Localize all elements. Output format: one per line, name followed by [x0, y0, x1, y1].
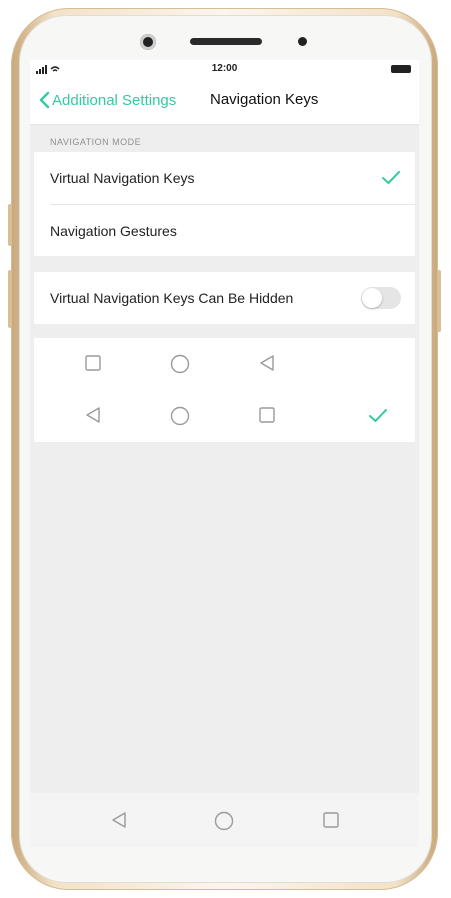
- checkmark-icon: [382, 171, 400, 184]
- navigation-mode-group: Virtual Navigation Keys Navigation Gestu…: [34, 152, 415, 256]
- system-navigation-bar: [30, 793, 419, 847]
- triangle-left-icon: [86, 407, 100, 423]
- back-button[interactable]: Additional Settings: [38, 91, 176, 109]
- option-label: Navigation Gestures: [50, 223, 177, 239]
- key-layout-option-2[interactable]: [34, 390, 415, 442]
- key-layout-group: [34, 338, 415, 442]
- option-navigation-gestures[interactable]: Navigation Gestures: [34, 205, 415, 257]
- page-title: Navigation Keys: [210, 91, 319, 108]
- earpiece-speaker: [190, 38, 262, 45]
- square-icon: [259, 407, 275, 423]
- chevron-left-icon: [39, 91, 50, 109]
- back-button-label: Additional Settings: [52, 91, 177, 109]
- circle-icon: [170, 354, 190, 374]
- option-virtual-navigation-keys[interactable]: Virtual Navigation Keys: [34, 152, 415, 204]
- nav-bar: Additional Settings Navigation Keys: [30, 78, 419, 125]
- proximity-sensor: [298, 37, 307, 46]
- home-icon[interactable]: [214, 811, 234, 831]
- option-label: Virtual Navigation Keys: [50, 170, 195, 186]
- hide-keys-row: Virtual Navigation Keys Can Be Hidden: [34, 272, 415, 324]
- back-icon[interactable]: [110, 811, 128, 829]
- power-button: [437, 270, 441, 332]
- front-camera: [140, 34, 156, 50]
- hide-keys-group: Virtual Navigation Keys Can Be Hidden: [34, 272, 415, 324]
- toggle-knob: [362, 288, 382, 308]
- circle-icon: [170, 406, 190, 426]
- checkmark-icon: [369, 409, 387, 422]
- volume-up-button: [8, 204, 12, 246]
- hide-keys-label: Virtual Navigation Keys Can Be Hidden: [50, 290, 294, 306]
- screen: 12:00 Additional Settings Navigation Key…: [30, 60, 419, 847]
- recents-icon[interactable]: [322, 811, 340, 829]
- status-time: 12:00: [211, 63, 238, 74]
- triangle-left-icon: [260, 355, 274, 371]
- hide-keys-toggle[interactable]: [361, 287, 401, 309]
- status-bar: 12:00: [30, 60, 419, 78]
- volume-down-button: [8, 270, 12, 328]
- key-layout-option-1[interactable]: [34, 338, 415, 390]
- battery-icon: [391, 65, 411, 73]
- section-header-navigation-mode: NAVIGATION MODE: [50, 137, 142, 147]
- square-icon: [85, 355, 101, 371]
